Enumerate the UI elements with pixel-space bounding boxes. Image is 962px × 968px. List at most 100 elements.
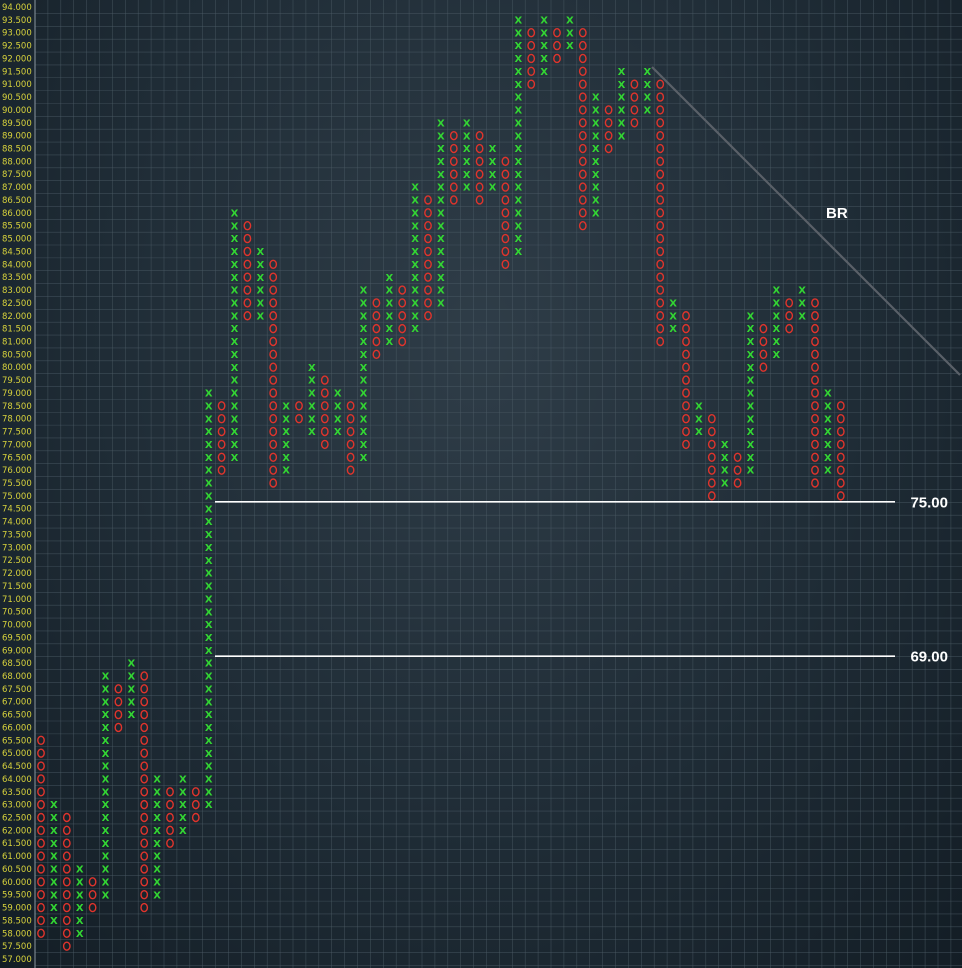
x-box: X [411, 260, 419, 271]
x-box: X [437, 208, 445, 219]
o-box [578, 79, 587, 89]
x-box: X [514, 157, 522, 168]
o-box [37, 787, 45, 797]
y-tick-label: 83.000 [2, 286, 32, 296]
o-box [836, 426, 845, 437]
y-tick-label: 68.000 [2, 672, 32, 682]
x-box: X [50, 839, 58, 850]
y-tick-label: 69.000 [2, 646, 32, 656]
o-box [269, 311, 278, 321]
x-box: X [437, 221, 445, 232]
x-box: X [102, 877, 110, 888]
y-tick-label: 90.000 [2, 106, 32, 116]
x-box: X [205, 800, 213, 811]
x-box: X [747, 376, 755, 387]
x-box: X [205, 453, 213, 464]
x-box: X [205, 775, 213, 786]
o-box [682, 362, 690, 372]
x-box: X [592, 118, 600, 129]
x-box: X [437, 286, 445, 297]
y-tick-label: 59.500 [2, 891, 32, 901]
x-box: X [102, 890, 110, 901]
o-box [62, 812, 71, 823]
o-box [269, 349, 278, 360]
x-box: X [411, 273, 419, 284]
o-box [836, 452, 845, 462]
o-box [140, 864, 149, 874]
o-box [630, 105, 639, 115]
x-box: X [824, 389, 832, 400]
y-tick-label: 89.000 [2, 132, 32, 142]
x-box: X [231, 350, 239, 361]
x-box: X [231, 298, 239, 309]
x-box: X [747, 414, 755, 425]
x-box: X [514, 67, 522, 78]
y-tick-label: 64.500 [2, 762, 32, 772]
x-box: X [437, 273, 445, 284]
x-box: X [592, 144, 600, 155]
level-label: 69.00 [910, 649, 948, 666]
annotations: BR [651, 66, 961, 376]
o-box [811, 311, 819, 321]
y-tick-label: 73.500 [2, 530, 32, 540]
x-box: X [102, 736, 110, 747]
x-box: X [205, 440, 213, 451]
o-box [398, 298, 407, 308]
o-box [320, 388, 329, 398]
x-box: X [721, 466, 729, 477]
x-box: X [256, 273, 264, 284]
o-box [424, 311, 432, 321]
o-box [836, 401, 845, 411]
x-box: X [153, 826, 161, 837]
o-box [578, 28, 587, 38]
o-box [501, 195, 510, 205]
x-box: X [76, 877, 84, 888]
x-box: X [179, 787, 187, 798]
x-box: X [179, 826, 187, 837]
o-box [707, 491, 716, 501]
y-tick-label: 64.000 [2, 775, 32, 785]
trend-line [651, 66, 961, 376]
y-tick-label: 69.500 [2, 633, 32, 643]
o-box [501, 208, 510, 218]
x-box: X [205, 594, 213, 605]
o-box [656, 143, 665, 154]
x-box: X [127, 659, 135, 670]
x-box: X [489, 183, 497, 194]
o-box [449, 143, 458, 154]
o-box [733, 478, 742, 488]
o-box [527, 40, 536, 51]
x-box: X [540, 54, 548, 65]
o-box [62, 902, 71, 913]
x-box: X [463, 183, 471, 194]
o-box [553, 40, 561, 51]
o-box [578, 182, 587, 192]
y-tick-label: 67.000 [2, 698, 32, 708]
o-box [836, 465, 845, 475]
o-box [398, 311, 407, 321]
o-box [604, 143, 613, 154]
x-box: X [824, 414, 832, 425]
o-box [346, 465, 355, 475]
o-box [604, 118, 613, 128]
o-box [37, 877, 45, 887]
o-box [656, 182, 665, 192]
y-tick-label: 65.500 [2, 736, 32, 746]
x-box: X [721, 440, 729, 451]
x-box: X [437, 131, 445, 142]
x-box: X [153, 775, 161, 786]
o-box [346, 401, 355, 411]
x-box: X [231, 311, 239, 322]
o-box [630, 92, 639, 102]
o-box [140, 722, 149, 733]
x-box: X [360, 363, 368, 374]
x-box: X [798, 311, 806, 322]
o-box [346, 439, 355, 450]
o-box [166, 799, 174, 810]
o-box [475, 169, 484, 179]
x-box: X [231, 273, 239, 284]
o-box [836, 491, 845, 501]
o-box [656, 118, 665, 128]
x-box: X [50, 826, 58, 837]
x-box: X [747, 324, 755, 335]
